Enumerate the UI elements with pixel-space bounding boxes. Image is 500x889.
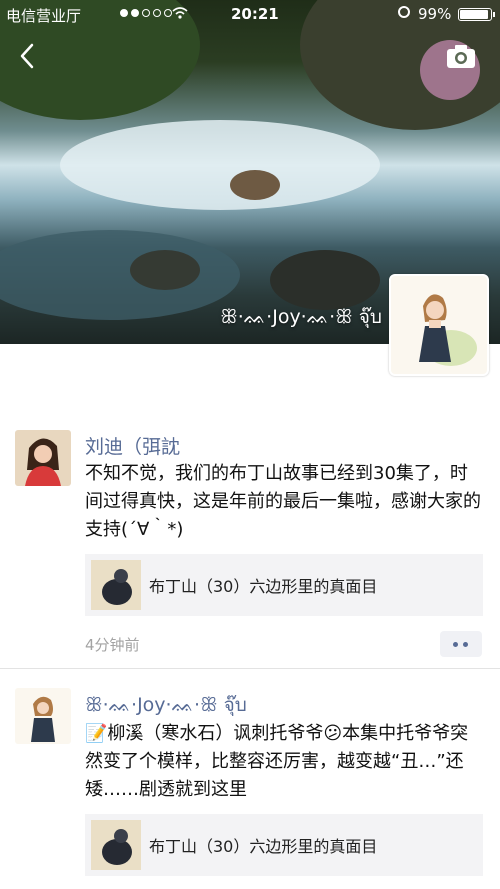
- cover-rock: [270, 250, 380, 310]
- post-text: 不知不觉，我们的布丁山故事已经到30集了，时间过得真快，这是年前的最后一集啦，感…: [85, 463, 481, 540]
- post-text: 📝柳溪（寒水石）讽刺托爷爷😕本集中托爷爷突然变了个模样，比整容还厉害，越变越“丑…: [85, 723, 469, 800]
- article-thumbnail: [91, 820, 141, 870]
- battery-icon: [458, 8, 495, 21]
- cover-rock: [130, 250, 200, 290]
- carrier-label: 电信营业厅: [6, 7, 82, 25]
- moment-post: 刘迪（弭訦 不知不觉，我们的布丁山故事已经到30集了，时间过得真快，这是年前的最…: [0, 430, 500, 666]
- comment-dots-icon[interactable]: [440, 631, 482, 657]
- user-name[interactable]: ꕥ·ᨐ·Joy·ᨐ·ꕥ จุ๊บ: [85, 690, 247, 720]
- back-arrow-icon[interactable]: [14, 42, 42, 70]
- camera-icon[interactable]: [443, 40, 479, 72]
- user-name[interactable]: 刘迪（弭訦: [85, 432, 180, 459]
- article-link-card[interactable]: 布丁山（30）六边形里的真面目: [85, 814, 483, 876]
- profile-avatar[interactable]: [389, 274, 489, 376]
- battery-percent: 99%: [418, 5, 452, 23]
- moment-post: ꕥ·ᨐ·Joy·ᨐ·ꕥ จุ๊บ 📝柳溪（寒水石）讽刺托爷爷😕本集中托爷爷突然变…: [0, 688, 500, 888]
- cover-rapids: [60, 120, 380, 210]
- article-title: 布丁山（30）六边形里的真面目: [149, 577, 378, 596]
- user-avatar[interactable]: [15, 688, 71, 744]
- orientation-lock-icon: [398, 6, 410, 18]
- user-avatar[interactable]: [15, 430, 71, 486]
- post-time: 4分钟前: [85, 636, 140, 654]
- wifi-icon: [172, 7, 188, 23]
- article-title: 布丁山（30）六边形里的真面目: [149, 837, 378, 856]
- profile-name[interactable]: ꕥ·ᨐ·Joy·ᨐ·ꕥ จุ๊บ: [220, 302, 382, 332]
- status-time: 20:21: [231, 5, 279, 23]
- post-divider: [0, 668, 500, 669]
- status-bar: 电信营业厅 20:21 99%: [0, 0, 500, 28]
- article-thumbnail: [91, 560, 141, 610]
- signal-icon: [120, 9, 172, 17]
- cover-rock: [230, 170, 280, 200]
- article-link-card[interactable]: 布丁山（30）六边形里的真面目: [85, 554, 483, 616]
- cover-water: [0, 230, 240, 320]
